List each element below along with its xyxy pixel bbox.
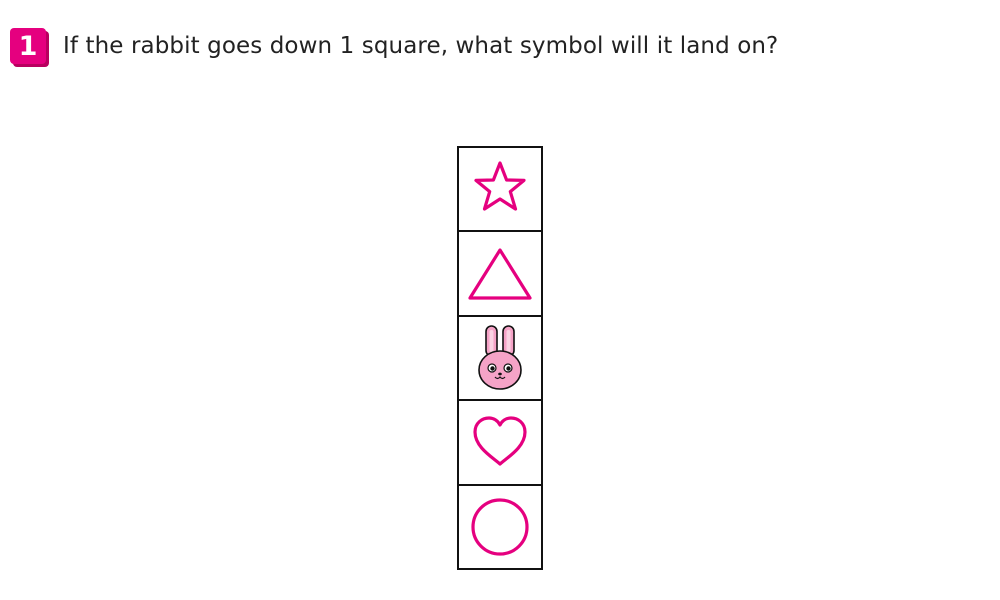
grid-cell-rabbit[interactable] <box>459 317 541 402</box>
question-number-badge: 1 <box>10 28 46 64</box>
grid-cell-star[interactable] <box>459 148 541 233</box>
question-text: If the rabbit goes down 1 square, what s… <box>63 33 779 59</box>
grid-cell-heart[interactable] <box>459 401 541 486</box>
grid-cell-circle[interactable] <box>459 486 541 568</box>
circle-icon <box>471 498 529 556</box>
question-header: 1 If the rabbit goes down 1 square, what… <box>10 22 778 70</box>
heart-icon <box>473 416 527 466</box>
rabbit-icon <box>478 325 522 390</box>
triangle-icon <box>468 247 532 300</box>
star-icon <box>474 161 526 211</box>
grid-cell-triangle[interactable] <box>459 232 541 317</box>
symbol-grid <box>457 146 543 570</box>
